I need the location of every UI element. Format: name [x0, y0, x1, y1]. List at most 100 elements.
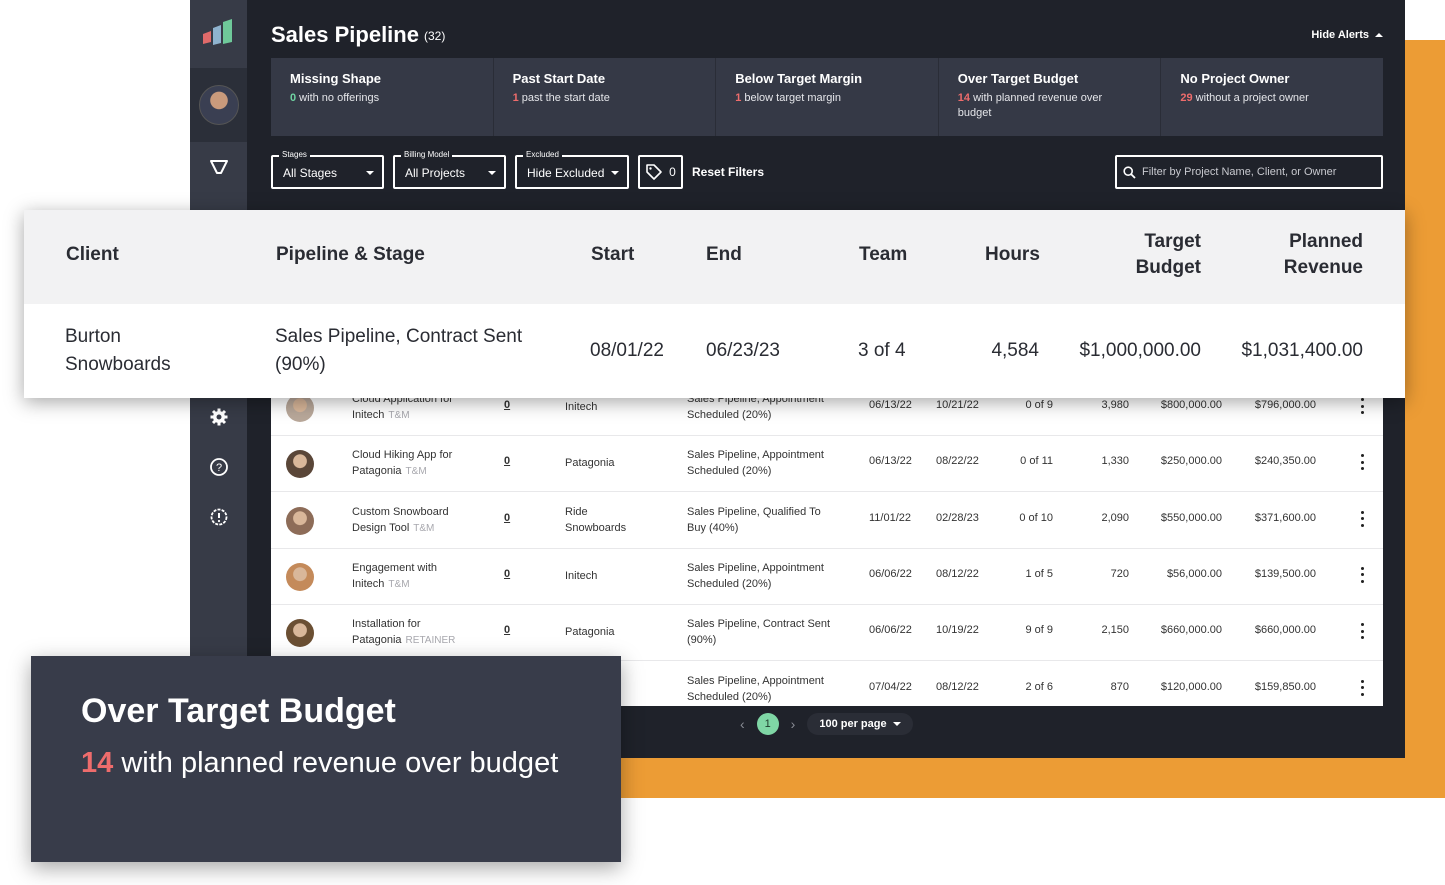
table-row[interactable]: Custom Snowboard Design Tool T&M 0 Ride Snow… — [271, 493, 1383, 549]
project-name-line: Initech — [352, 409, 385, 421]
per-page-select[interactable]: 100 per page — [807, 713, 913, 735]
tag-filter-button[interactable]: 0 — [638, 155, 683, 189]
alert-title: Past Start Date — [512, 71, 606, 86]
alert-past-start-date[interactable]: Past Start Date 1 past the start date — [494, 58, 717, 136]
billing-model-select[interactable]: Billing Model All Projects — [393, 150, 506, 189]
per-page-label: 100 per page — [819, 718, 887, 730]
owner-avatar[interactable] — [286, 562, 314, 591]
end-date: 08/12/22 — [936, 680, 979, 693]
hide-alerts-button[interactable]: Hide Alerts — [1311, 29, 1383, 41]
reset-filters-button[interactable]: Reset Filters — [692, 165, 764, 179]
alert-title: No Project Owner — [1180, 71, 1290, 86]
cell-hours: 4,584 — [991, 340, 1039, 361]
column-header-pipeline-stage[interactable]: Pipeline & Stage — [276, 242, 425, 268]
offerings-count-link[interactable]: 0 — [504, 568, 510, 580]
search-input[interactable] — [1142, 166, 1372, 178]
column-header-client[interactable]: Client — [66, 242, 119, 268]
alert-missing-shape[interactable]: Missing Shape 0 with no offerings — [271, 58, 494, 136]
planned-revenue: $139,500.00 — [1254, 567, 1316, 580]
table-row[interactable]: Installation for Patagonia RETAINER 0 Patago… — [271, 605, 1383, 662]
row-more-menu-icon[interactable] — [1355, 509, 1369, 529]
billing-type-badge: RETAINER — [405, 635, 456, 647]
sidebar-item-alerts[interactable] — [190, 492, 247, 542]
stage-line: (90%) — [687, 634, 717, 647]
alert-text: below target margin — [741, 92, 841, 104]
owner-avatar[interactable] — [286, 619, 314, 648]
project-name-line: Installation for — [352, 618, 421, 631]
owner-avatar[interactable] — [286, 450, 314, 479]
alert-no-project-owner[interactable]: No Project Owner 29 without a project ow… — [1161, 58, 1383, 136]
offerings-count-link[interactable]: 0 — [504, 512, 510, 524]
planned-revenue: $660,000.00 — [1254, 624, 1316, 637]
offerings-count-link[interactable]: 0 — [504, 399, 510, 411]
end-date: 10/19/22 — [936, 624, 979, 637]
owner-avatar[interactable] — [286, 394, 314, 422]
column-header-start[interactable]: Start — [591, 242, 634, 268]
pipeline-stage: Sales Pipeline, Contract Sent (90%) — [687, 616, 847, 648]
stage-line: Scheduled (20%) — [687, 409, 772, 421]
project-name[interactable]: Installation for Patagonia RETAINER — [352, 616, 482, 649]
client-name: Ride Snowboards — [565, 505, 627, 534]
stages-select[interactable]: Stages All Stages — [271, 150, 384, 189]
callout-text: with planned revenue over budget — [113, 747, 559, 779]
sidebar-item-pipeline[interactable] — [190, 142, 247, 192]
billing-type-badge: T&M — [388, 578, 410, 590]
column-header-planned-revenue[interactable]: Planned Revenue — [1254, 229, 1363, 281]
start-date: 07/04/22 — [869, 680, 912, 693]
column-header-team[interactable]: Team — [859, 242, 907, 268]
project-name-line: Initech — [352, 577, 385, 590]
row-more-menu-icon[interactable] — [1355, 452, 1369, 472]
project-name[interactable]: Custom Snowboard Design Tool T&M — [352, 504, 482, 537]
billing-type-badge: T&M — [405, 466, 427, 478]
alert-description: 0 with no offerings — [290, 91, 474, 106]
cell-team: 3 of 4 — [858, 340, 906, 361]
zoomed-table-row[interactable]: Burton Snowboards Sales Pipeline, Contrac… — [24, 304, 1405, 398]
row-more-menu-icon[interactable] — [1355, 678, 1369, 698]
user-avatar — [198, 85, 239, 125]
row-more-menu-icon[interactable] — [1355, 621, 1369, 641]
funnel-icon — [209, 160, 228, 174]
column-header-hours[interactable]: Hours — [985, 242, 1040, 268]
table-row[interactable]: Cloud Hiking App for Patagonia T&M 0 Patagon… — [271, 436, 1383, 493]
planned-revenue: $796,000.00 — [1254, 399, 1316, 411]
project-name[interactable]: Engagement with Initech T&M — [352, 560, 482, 593]
excluded-select[interactable]: Excluded Hide Excluded — [515, 150, 629, 189]
owner-avatar[interactable] — [286, 506, 314, 535]
alert-text: with no offerings — [296, 92, 380, 104]
alert-over-target-budget[interactable]: Over Target Budget 14 with planned reven… — [939, 58, 1162, 136]
user-avatar-button[interactable] — [190, 68, 247, 142]
offerings-count-link[interactable]: 0 — [504, 455, 510, 467]
column-header-target-budget[interactable]: Target Budget — [1104, 229, 1201, 281]
offerings-count-link[interactable]: 0 — [504, 624, 510, 636]
column-header-end[interactable]: End — [706, 242, 742, 268]
alert-text: with planned revenue over budget — [957, 92, 1103, 119]
project-name-line: Patagonia — [352, 465, 402, 478]
search-box[interactable] — [1115, 155, 1383, 189]
prev-page-button[interactable]: ‹ — [740, 716, 745, 732]
row-more-menu-icon[interactable] — [1355, 396, 1369, 416]
alerts-bar: Missing Shape 0 with no offerings Past S… — [271, 58, 1383, 136]
chevron-down-icon — [366, 171, 374, 175]
table-row[interactable]: Engagement with Initech T&M 0 Initech Sales P… — [271, 549, 1383, 605]
stage-line: Scheduled (20%) — [687, 690, 772, 703]
callout-count: 14 — [81, 747, 114, 779]
sidebar-item-settings[interactable] — [190, 392, 247, 442]
alert-below-target-margin[interactable]: Below Target Margin 1 below target margi… — [716, 58, 939, 136]
excluded-value: Hide Excluded — [527, 166, 605, 180]
target-budget: $660,000.00 — [1160, 624, 1222, 637]
app-logo[interactable] — [190, 0, 247, 68]
pipeline-stage: Sales Pipeline, Appointment Scheduled (20… — [687, 673, 847, 705]
team-count: 0 of 11 — [1020, 455, 1053, 468]
project-name[interactable]: Cloud Hiking App for Patagonia T&M — [352, 447, 482, 480]
page-number-current[interactable]: 1 — [756, 713, 779, 735]
alert-badge-icon — [210, 508, 227, 526]
sidebar-item-help[interactable]: ? — [190, 442, 247, 492]
stage-line: Sales Pipeline, Appointment — [687, 674, 824, 687]
alert-title: Below Target Margin — [735, 71, 863, 86]
next-page-button[interactable]: › — [791, 716, 796, 732]
hours: 2,090 — [1101, 511, 1129, 524]
stage-line: Sales Pipeline, Appointment — [687, 561, 824, 574]
stage-line: Scheduled (20%) — [687, 577, 772, 590]
pipeline-stage: Sales Pipeline, Appointment Scheduled (20… — [687, 447, 847, 479]
row-more-menu-icon[interactable] — [1355, 565, 1369, 585]
